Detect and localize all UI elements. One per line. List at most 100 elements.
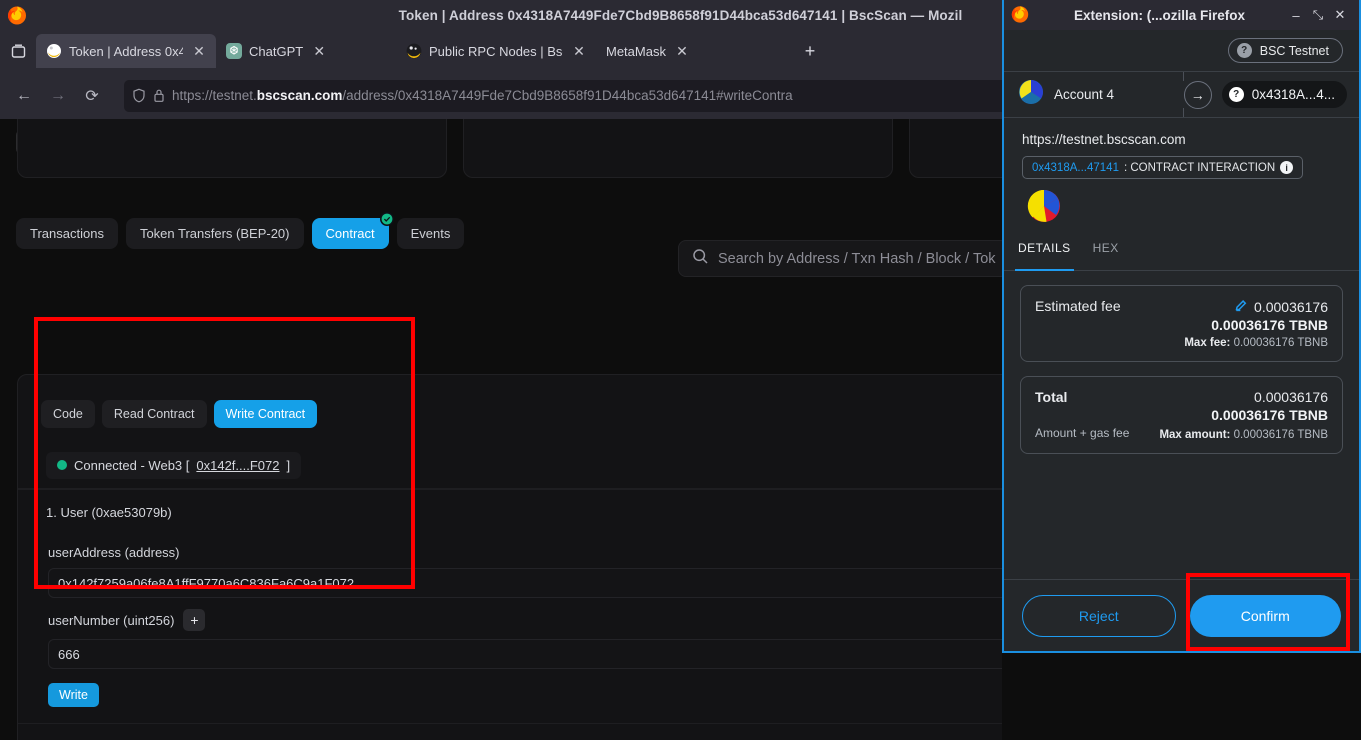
- url-domain: bscscan.com: [256, 88, 343, 103]
- reject-button[interactable]: Reject: [1022, 594, 1176, 637]
- restore-icon[interactable]: ⤡: [1307, 4, 1329, 26]
- total-label: Total: [1035, 389, 1068, 405]
- overview-card-1: [17, 119, 447, 178]
- new-tab-button[interactable]: +: [796, 37, 824, 65]
- bscscan-page: Bsc Testnet Search by Address / Txn Hash…: [0, 119, 1003, 740]
- overview-card-2: [463, 119, 893, 178]
- origin-url-label: https://testnet.bscscan.com: [1022, 132, 1186, 147]
- function-title-user: 1. User (0xae53079b): [46, 504, 172, 520]
- metamask-network-row: ? BSC Testnet: [1004, 30, 1359, 72]
- back-button-icon[interactable]: ←: [8, 80, 40, 112]
- recipient-address-pill[interactable]: ? 0x4318A...4...: [1221, 81, 1347, 108]
- field-label-user-number: userNumber (uint256) +: [48, 609, 1003, 631]
- connected-status-pill[interactable]: Connected - Web3 [ 0x142f....F072]: [46, 451, 302, 479]
- tab-details[interactable]: DETAILS: [1015, 241, 1074, 271]
- connected-prefix-label: Connected - Web3 [: [74, 457, 190, 473]
- close-icon[interactable]: ✕: [1329, 4, 1351, 26]
- recipient-address-label: 0x4318A...4...: [1251, 87, 1335, 102]
- max-fee-row: Max fee: 0.00036176 TBNB: [1184, 337, 1328, 349]
- function-header-user[interactable]: 1. User (0xae53079b): [18, 489, 1003, 534]
- subtab-code-label: Code: [53, 407, 83, 421]
- url-scheme: https://testnet.: [172, 88, 257, 103]
- search-input[interactable]: Search by Address / Txn Hash / Block / T…: [678, 240, 1003, 277]
- browser-tab-0[interactable]: Token | Address 0x4318A ✕: [36, 34, 216, 68]
- metamask-detail-tabs: DETAILS HEX: [1004, 241, 1359, 271]
- estimated-fee-native-amount: 0.00036176: [1254, 298, 1328, 315]
- write-button[interactable]: Write: [48, 683, 99, 707]
- browser-tab-2[interactable]: Public RPC Nodes | BscSc ✕: [396, 34, 596, 68]
- tab-hex[interactable]: HEX: [1093, 241, 1119, 270]
- contract-sub-tabs: Code Read Contract Write Contract: [18, 375, 1003, 428]
- edit-gas-pencil-icon[interactable]: [1234, 298, 1248, 315]
- tab-close-icon-2[interactable]: ✕: [570, 42, 588, 60]
- input-user-number[interactable]: 666: [48, 639, 1003, 669]
- input-user-number-value: 666: [58, 646, 80, 662]
- connected-suffix-label: ]: [286, 457, 291, 473]
- minimize-icon[interactable]: –: [1285, 4, 1307, 26]
- recipient-glyph-icon: ?: [1228, 87, 1244, 102]
- subtab-read-contract-label: Read Contract: [113, 407, 195, 421]
- tab-transactions[interactable]: Transactions: [16, 218, 118, 249]
- transfer-arrow-icon: →: [1183, 80, 1212, 109]
- function-row-mint[interactable]: 2. _mint (0x4e6ec247): [18, 723, 1003, 740]
- metamask-details-body: Estimated fee 0.00036176 0.00036176 TBNB…: [1004, 271, 1359, 579]
- contract-panel: Code Read Contract Write Contract Connec…: [17, 374, 1003, 740]
- chatgpt-favicon-icon: [226, 43, 242, 59]
- firefox-logo-icon-popup: [1010, 4, 1032, 26]
- subtab-write-contract[interactable]: Write Contract: [213, 400, 318, 428]
- url-path: /address/0x4318A7449Fde7Cbd9B8658f91D44b…: [342, 88, 793, 103]
- connected-account-link[interactable]: 0x142f....F072: [196, 458, 279, 473]
- total-native-amount: 0.00036176: [1254, 389, 1328, 405]
- reload-button-icon[interactable]: ⟳: [76, 80, 108, 112]
- metamask-action-footer: Reject Confirm: [1004, 579, 1359, 651]
- input-user-address[interactable]: 0x142f7259a06fe8A1ffF9770a6C836Fa6C9a1F0…: [48, 568, 1003, 598]
- write-function-list: Connected - Web3 [ 0x142f....F072] 1. Use…: [18, 442, 1003, 740]
- field-label-user-number-text: userNumber (uint256): [48, 612, 175, 628]
- contract-main-tabs: Transactions Token Transfers (BEP-20) Co…: [16, 212, 465, 249]
- shield-icon[interactable]: [132, 88, 146, 103]
- browser-tab-1[interactable]: ChatGPT ✕: [216, 34, 396, 68]
- network-selector[interactable]: ? BSC Testnet: [1227, 38, 1343, 63]
- site-identicon: [1026, 188, 1359, 229]
- tab-contract[interactable]: Contract: [311, 212, 394, 249]
- contract-action-label: : CONTRACT INTERACTION: [1123, 161, 1276, 174]
- tab-token-transfers-label: Token Transfers (BEP-20): [139, 226, 290, 241]
- network-name-label: BSC Testnet: [1259, 43, 1329, 58]
- tab-close-icon-3[interactable]: ✕: [673, 42, 691, 60]
- metamask-extension-window: Extension: (...ozilla Firefox – ⤡ ✕ ? BS…: [1002, 0, 1361, 653]
- max-amount-row: Max amount: 0.00036176 TBNB: [1159, 429, 1328, 441]
- contract-interaction-pill: 0x4318A...47141 : CONTRACT INTERACTION i: [1022, 156, 1304, 179]
- subtab-write-contract-label: Write Contract: [225, 407, 306, 421]
- subtab-read-contract[interactable]: Read Contract: [101, 400, 207, 428]
- list-all-tabs-icon[interactable]: [4, 37, 32, 65]
- estimated-fee-card: Estimated fee 0.00036176 0.00036176 TBNB…: [1020, 285, 1343, 362]
- tab-close-icon-1[interactable]: ✕: [310, 42, 328, 60]
- verified-check-icon: [379, 212, 394, 226]
- search-placeholder-text: Search by Address / Txn Hash / Block / T…: [718, 250, 996, 267]
- bscscan-favicon-icon-2: [406, 43, 422, 59]
- subtab-code[interactable]: Code: [41, 400, 95, 428]
- browser-tab-3[interactable]: MetaMask ✕: [596, 34, 796, 68]
- total-token-amount: 0.00036176 TBNB: [1211, 407, 1328, 423]
- info-icon[interactable]: i: [1280, 161, 1294, 174]
- browser-tab-label-2: Public RPC Nodes | BscSc: [429, 43, 563, 59]
- confirm-button[interactable]: Confirm: [1189, 594, 1341, 637]
- bscscan-favicon-icon: [46, 43, 62, 59]
- plus-icon[interactable]: +: [183, 609, 206, 631]
- total-subtitle: Amount + gas fee: [1035, 426, 1130, 440]
- web3-connection-row: Connected - Web3 [ 0x142f....F072]: [18, 442, 1003, 488]
- tab-events-label: Events: [410, 226, 451, 241]
- tab-events[interactable]: Events: [396, 218, 465, 249]
- browser-tab-label-1: ChatGPT: [249, 43, 304, 59]
- tab-close-icon-0[interactable]: ✕: [190, 42, 208, 60]
- lock-icon[interactable]: [153, 88, 165, 103]
- metamask-window-title: Extension: (...ozilla Firefox: [1073, 7, 1246, 23]
- firefox-logo-icon: [6, 4, 28, 26]
- estimated-fee-token-amount: 0.00036176 TBNB: [1211, 317, 1328, 333]
- network-glyph-icon: ?: [1236, 43, 1252, 58]
- tab-token-transfers[interactable]: Token Transfers (BEP-20): [125, 218, 304, 249]
- max-amount-label: Max amount:: [1159, 429, 1231, 441]
- input-user-address-value: 0x142f7259a06fe8A1ffF9770a6C836Fa6C9a1F0…: [58, 575, 355, 591]
- contract-address-label[interactable]: 0x4318A...47141: [1032, 162, 1119, 174]
- forward-button-icon[interactable]: →: [42, 80, 74, 112]
